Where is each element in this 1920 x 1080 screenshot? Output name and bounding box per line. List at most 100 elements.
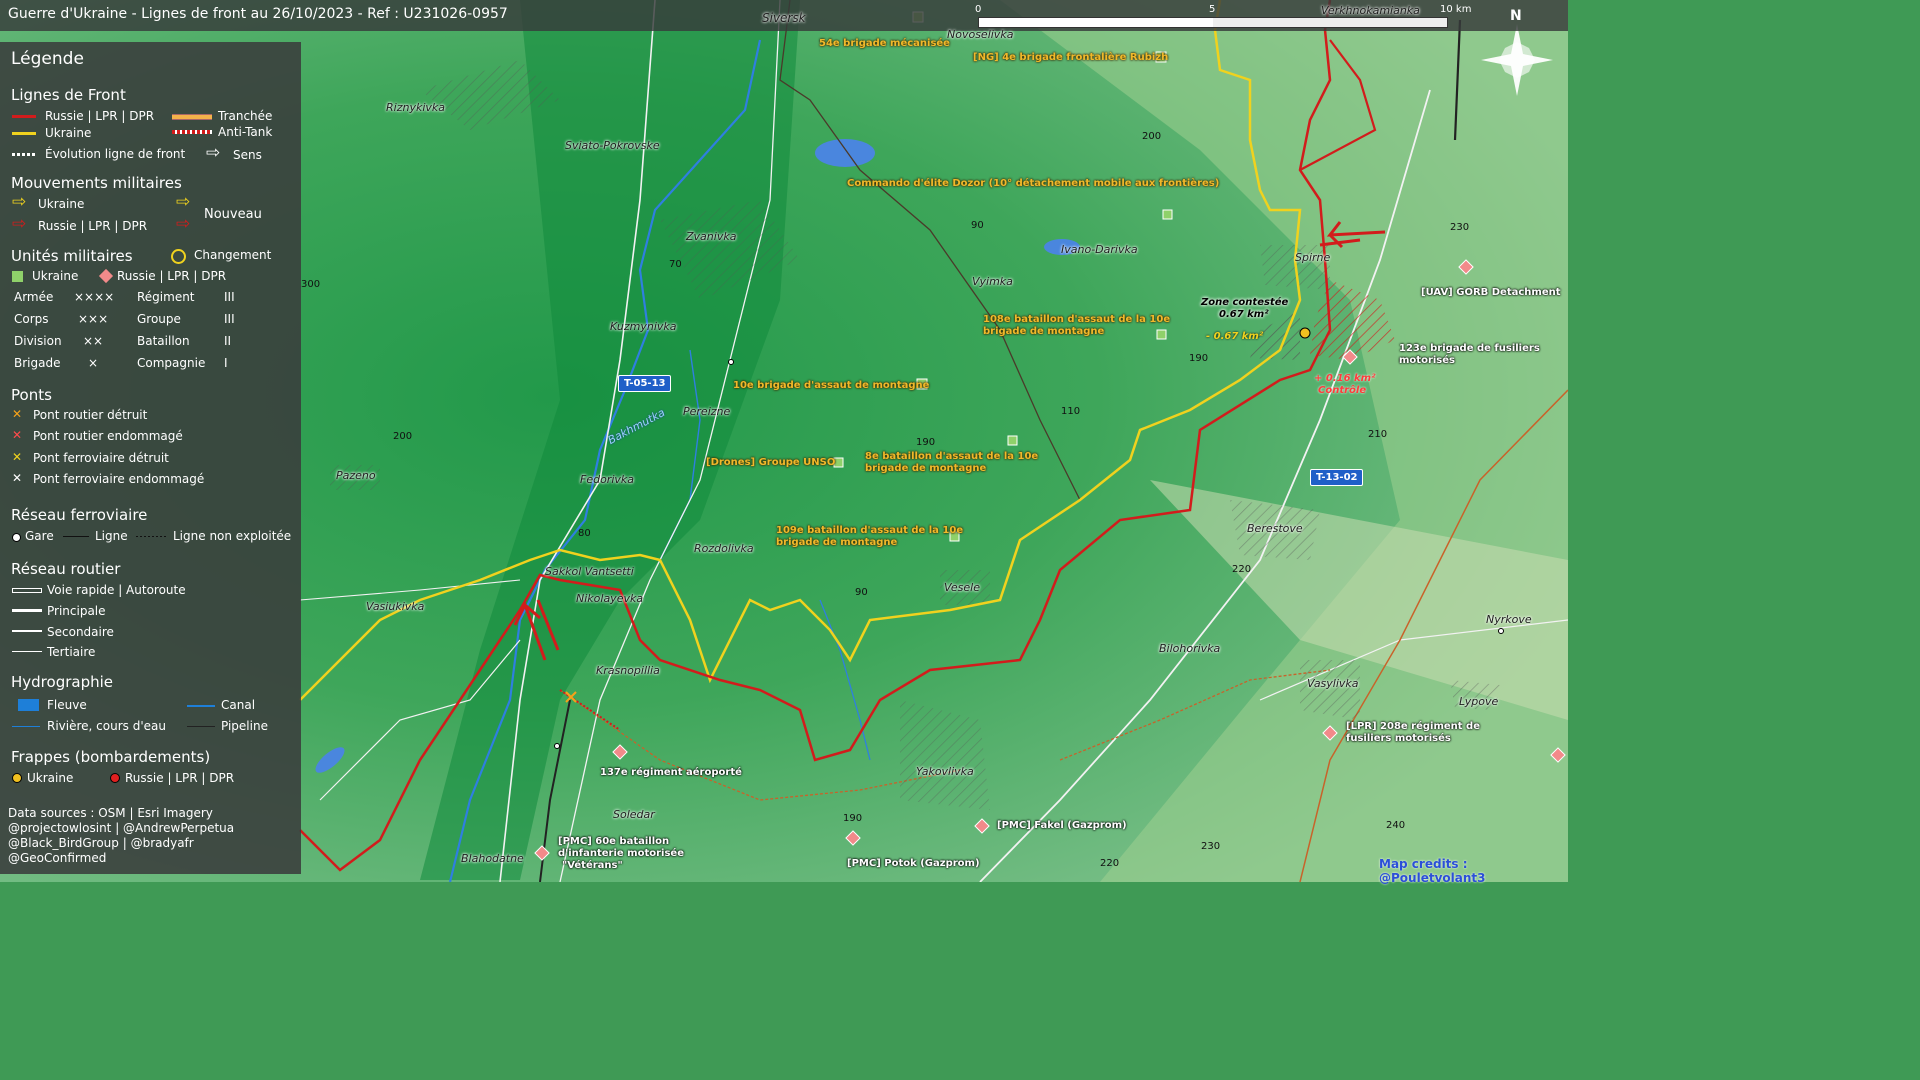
road-item-0: Voie rapide | Autoroute bbox=[47, 583, 186, 597]
new-ukraine-move-icon: ⇨ bbox=[176, 192, 191, 212]
unit-ru-label[interactable]: 123e brigade de fusiliers bbox=[1399, 343, 1540, 354]
town-label: Ivano-Darivka bbox=[1061, 243, 1138, 256]
strike-russia-icon bbox=[110, 773, 120, 783]
map-credit[interactable]: Map credits : @Pouletvolant3 bbox=[1379, 857, 1568, 885]
echelon-company: Compagnie bbox=[137, 356, 206, 370]
unit-ua-label[interactable]: brigade de montagne bbox=[865, 463, 986, 474]
unit-ua-label[interactable]: 109e bataillon d'assaut de la 10e bbox=[776, 525, 963, 536]
new-russia-move-icon: ⇨ bbox=[176, 214, 191, 234]
road-bridge-destroyed-icon: ✕ bbox=[12, 407, 23, 421]
town-label: Fedorivka bbox=[580, 473, 635, 486]
town-label: Vesele bbox=[944, 581, 980, 594]
roads-heading: Réseau routier bbox=[11, 560, 121, 578]
scale-zero: 0 bbox=[975, 4, 982, 15]
canal-swatch bbox=[187, 705, 215, 707]
bridges-heading: Ponts bbox=[11, 386, 52, 404]
unit-ua-marker bbox=[1156, 329, 1167, 340]
echelon-regiment-symbol: III bbox=[224, 290, 235, 304]
contested-zone-label: Zone contestée bbox=[1201, 297, 1289, 308]
movements-heading: Mouvements militaires bbox=[11, 174, 182, 192]
front-lines-heading: Lignes de Front bbox=[11, 86, 126, 104]
unit-ru-label[interactable]: motorisés bbox=[1399, 355, 1455, 366]
unit-ru-label[interactable]: [PMC] Potok (Gazprom) bbox=[847, 858, 980, 869]
unit-ua-label[interactable]: brigade de montagne bbox=[776, 537, 897, 548]
unit-ua-label[interactable]: 10e brigade d'assaut de montagne bbox=[733, 380, 929, 391]
town-label: Vasiukivka bbox=[366, 600, 425, 613]
echelon-corps: Corps bbox=[14, 312, 49, 326]
elevation-label: 220 bbox=[1232, 564, 1252, 575]
unit-ua-label[interactable]: 54e brigade mécanisée bbox=[819, 38, 950, 49]
town-label: Sviato-Pokrovske bbox=[565, 139, 660, 152]
unit-ua-label[interactable]: [NG] 4e brigade frontalière Rubizh bbox=[973, 52, 1168, 63]
echelon-brigade: Brigade bbox=[14, 356, 61, 370]
unit-ua-label[interactable]: brigade de montagne bbox=[983, 326, 1104, 337]
unit-ru-swatch bbox=[98, 268, 114, 284]
rail-unused-label: Ligne non exploitée bbox=[173, 529, 292, 543]
echelon-division: Division bbox=[14, 334, 62, 348]
unit-ua-label[interactable]: Commando d'élite Dozor (10° détachement … bbox=[847, 178, 1219, 189]
source-line: @projectowlosint | @AndrewPerpetua bbox=[8, 821, 235, 835]
pipeline-swatch bbox=[187, 726, 215, 727]
elevation-label: 230 bbox=[1201, 841, 1221, 852]
scale-bar bbox=[978, 17, 1448, 28]
move-russia-label: Russie | LPR | DPR bbox=[38, 219, 148, 233]
rail-station-label: Gare bbox=[25, 529, 54, 543]
unit-ua-label[interactable]: 8e bataillon d'assaut de la 10e bbox=[865, 451, 1038, 462]
elevation-label: 80 bbox=[578, 528, 591, 539]
echelon-division-symbol: ×× bbox=[83, 334, 104, 348]
river-major-swatch bbox=[18, 699, 39, 711]
unit-ua-label[interactable]: 108e bataillon d'assaut de la 10e bbox=[983, 314, 1170, 325]
echelon-battalion: Bataillon bbox=[137, 334, 190, 348]
town-label: Pazeno bbox=[336, 469, 376, 482]
front-ukraine-label: Ukraine bbox=[45, 126, 92, 140]
legend-heading: Légende bbox=[11, 49, 84, 69]
echelon-group: Groupe bbox=[137, 312, 181, 326]
strikes-heading: Frappes (bombardements) bbox=[11, 748, 211, 766]
unit-ua-marker bbox=[1007, 435, 1018, 446]
town-label: Novoselivka bbox=[947, 28, 1014, 41]
russia-move-arrow-icon: ⇨ bbox=[12, 214, 27, 234]
town-label: Kuzmynivka bbox=[610, 320, 677, 333]
rail-heading: Réseau ferroviaire bbox=[11, 506, 148, 524]
echelon-regiment: Régiment bbox=[137, 290, 195, 304]
unit-ua-label[interactable]: [Drones] Groupe UNSO bbox=[706, 457, 835, 468]
lake bbox=[815, 139, 875, 167]
unit-ru-label[interactable]: "Vétérans" bbox=[562, 860, 623, 871]
town-label: Nikolayevka bbox=[576, 592, 644, 605]
trench-label: Tranchée bbox=[218, 109, 273, 123]
hydro-river-label: Rivière, cours d'eau bbox=[47, 719, 166, 733]
unit-ru-label[interactable]: [PMC] 60e bataillon bbox=[558, 836, 669, 847]
bridge-item-2: Pont ferroviaire détruit bbox=[33, 451, 169, 465]
evolution-label: Évolution ligne de front bbox=[45, 147, 186, 161]
unit-ru-label[interactable]: d'infanterie motorisée bbox=[558, 848, 684, 859]
strike-russia-label: Russie | LPR | DPR bbox=[125, 771, 235, 785]
elevation-label: 190 bbox=[916, 437, 936, 448]
elevation-label: 90 bbox=[971, 220, 984, 231]
unit-ua-swatch bbox=[12, 271, 23, 282]
map-title: Guerre d'Ukraine - Lignes de front au 26… bbox=[8, 6, 508, 22]
unit-ru-label[interactable]: [LPR] 208e régiment de bbox=[1346, 721, 1480, 732]
rail-line-label: Ligne bbox=[95, 529, 128, 543]
road-item-2: Secondaire bbox=[47, 625, 114, 639]
town-label: Riznykivka bbox=[386, 101, 446, 114]
unit-ru-label[interactable]: [PMC] Fakel (Gazprom) bbox=[997, 820, 1127, 831]
front-russia-label: Russie | LPR | DPR bbox=[45, 109, 155, 123]
road-secondary-swatch bbox=[12, 630, 42, 632]
russia-line-swatch bbox=[12, 115, 36, 118]
echelon-corps-symbol: ××× bbox=[78, 312, 109, 326]
direction-arrow-icon: ⇨ bbox=[206, 143, 221, 163]
town-label: Sakkol Vantsetti bbox=[545, 565, 634, 578]
unit-ua-marker bbox=[833, 457, 844, 468]
change-circle-icon bbox=[171, 249, 186, 264]
unit-ru-label[interactable]: 137e régiment aéroporté bbox=[600, 767, 742, 778]
town-label: Yakovlivka bbox=[916, 765, 974, 778]
move-new-label: Nouveau bbox=[204, 207, 262, 222]
elevation-label: 70 bbox=[669, 259, 682, 270]
unit-ru-label[interactable]: fusiliers motorisés bbox=[1346, 733, 1451, 744]
bridge-item-1: Pont routier endommagé bbox=[33, 429, 183, 443]
rail-unused-swatch bbox=[136, 536, 166, 537]
unit-ru-label[interactable]: [UAV] GORB Detachment bbox=[1421, 287, 1561, 298]
strike-ukraine-marker bbox=[1299, 327, 1311, 339]
town-label: Krasnopillia bbox=[596, 664, 660, 677]
elevation-label: 210 bbox=[1368, 429, 1388, 440]
